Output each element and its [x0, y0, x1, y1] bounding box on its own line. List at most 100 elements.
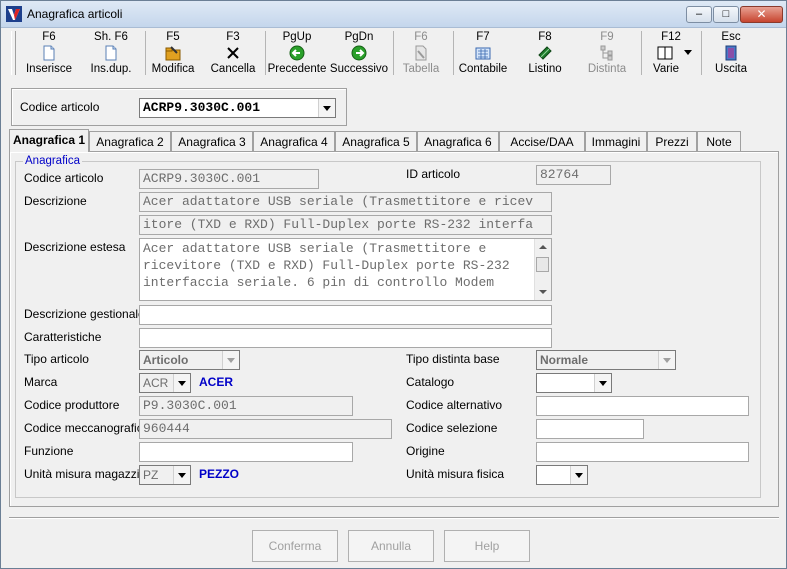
toolbar-key: F3	[226, 31, 240, 43]
codice-alternativo-field[interactable]	[536, 396, 749, 416]
unita-misura-magazzino-combobox[interactable]: PZ	[139, 465, 191, 485]
marca-combobox[interactable]: ACR	[139, 373, 191, 393]
tipo-distinta-base-label: Tipo distinta base	[406, 352, 500, 366]
chevron-down-icon[interactable]	[173, 466, 190, 484]
tab-prezzi[interactable]: Prezzi	[647, 131, 697, 151]
scroll-down-icon[interactable]	[539, 290, 547, 294]
toolbar-listino-button[interactable]: F8 Listino	[517, 29, 573, 77]
toolbar-insdup-button[interactable]: Sh. F6 Ins.dup.	[81, 29, 141, 77]
marca-description: ACER	[199, 375, 234, 389]
tab-anagrafica-6[interactable]: Anagrafica 6	[417, 131, 499, 151]
chevron-down-icon[interactable]	[173, 374, 190, 392]
codice-produttore-field[interactable]: P9.3030C.001	[139, 396, 353, 416]
toolbar-label: Inserisce	[25, 63, 73, 75]
toolbar-separator	[393, 31, 394, 75]
toolbar-separator	[701, 31, 702, 75]
toolbar-key: PgDn	[344, 31, 374, 43]
tab-anagrafica-5[interactable]: Anagrafica 5	[335, 131, 417, 151]
scroll-thumb[interactable]	[536, 257, 549, 272]
toolbar-key: F6	[42, 31, 56, 43]
minimize-button[interactable]: –	[686, 6, 712, 23]
codice-selezione-field[interactable]	[536, 419, 644, 439]
scroll-up-icon[interactable]	[539, 245, 547, 249]
unita-misura-magazzino-description: PEZZO	[199, 467, 240, 481]
conferma-button[interactable]: Conferma	[252, 530, 338, 562]
article-selector-label: Codice articolo	[20, 100, 100, 114]
annulla-button[interactable]: Annulla	[348, 530, 434, 562]
tab-anagrafica-1[interactable]: Anagrafica 1	[9, 129, 89, 152]
toolbar-separator	[453, 31, 454, 75]
tipo-distinta-base-combobox[interactable]: Normale	[536, 350, 676, 370]
next-arrow-icon	[351, 45, 367, 61]
toolbar: F6 Inserisce Sh. F6 Ins.dup. F5 Modifica…	[9, 29, 777, 79]
tipo-articolo-combobox[interactable]: Articolo	[139, 350, 240, 370]
toolbar-label: Uscita	[715, 63, 747, 75]
toolbar-successivo-button[interactable]: PgDn Successivo	[329, 29, 389, 77]
toolbar-label: Listino	[528, 63, 562, 75]
caratteristiche-field[interactable]	[139, 328, 552, 348]
toolbar-cancella-button[interactable]: F3 Cancella	[207, 29, 259, 77]
descrizione-line2-field[interactable]: itore (TXD e RXD) Full-Duplex porte RS-2…	[139, 215, 552, 235]
article-code-combobox[interactable]: ACRP9.3030C.001	[139, 98, 336, 118]
toolbar-key: F9	[600, 31, 614, 43]
toolbar-uscita-button[interactable]: Esc Uscita	[703, 29, 759, 77]
tab-anagrafica-3[interactable]: Anagrafica 3	[171, 131, 253, 151]
toolbar-label: Tabella	[402, 63, 440, 75]
descrizione-line1-field[interactable]: Acer adattatore USB seriale (Trasmettito…	[139, 192, 552, 212]
toolbar-label: Varie	[653, 63, 679, 75]
toolbar-label: Precedente	[267, 63, 327, 75]
memo-scrollbar[interactable]	[534, 239, 551, 300]
toolbar-modifica-button[interactable]: F5 Modifica	[147, 29, 199, 77]
chevron-down-icon[interactable]	[222, 351, 239, 369]
chevron-down-icon[interactable]	[658, 351, 675, 369]
delete-x-icon	[227, 47, 239, 59]
app-icon	[6, 6, 22, 22]
toolbar-distinta-button[interactable]: F9 Distinta	[579, 29, 635, 77]
toolbar-key: F6	[414, 31, 428, 43]
chevron-down-icon[interactable]	[570, 466, 587, 484]
title-bar: Anagrafica articoli – □ ✕	[1, 1, 786, 28]
toolbar-contabile-button[interactable]: F7 Contabile	[455, 29, 511, 77]
tab-immagini[interactable]: Immagini	[585, 131, 647, 151]
tab-note[interactable]: Note	[697, 131, 741, 151]
help-button[interactable]: Help	[444, 530, 530, 562]
tab-accise-daa[interactable]: Accise/DAA	[499, 131, 585, 151]
codice-alternativo-label: Codice alternativo	[406, 398, 503, 412]
chevron-down-icon[interactable]	[594, 374, 611, 392]
origine-field[interactable]	[536, 442, 749, 462]
toolbar-precedente-button[interactable]: PgUp Precedente	[267, 29, 327, 77]
money-icon	[538, 46, 552, 60]
tipo-distinta-base-value: Normale	[540, 353, 589, 367]
catalogo-label: Catalogo	[406, 375, 455, 389]
funzione-field[interactable]	[139, 442, 353, 462]
exit-door-icon	[725, 45, 737, 61]
chevron-down-icon[interactable]	[318, 99, 335, 117]
toolbar-key: Esc	[721, 31, 741, 43]
id-articolo-field[interactable]: 82764	[536, 165, 611, 185]
catalogo-combobox[interactable]	[536, 373, 612, 393]
article-code-value: ACRP9.3030C.001	[143, 100, 261, 115]
table-icon	[415, 45, 427, 61]
codice-articolo-field[interactable]: ACRP9.3030C.001	[139, 169, 319, 189]
toolbar-varie-button[interactable]: F12 Varie	[643, 29, 699, 77]
close-button[interactable]: ✕	[740, 6, 783, 23]
unita-misura-fisica-label: Unità misura fisica	[406, 467, 505, 481]
previous-arrow-icon	[289, 45, 305, 61]
marca-label: Marca	[24, 375, 58, 389]
descrizione-estesa-memo[interactable]: Acer adattatore USB seriale (Trasmettito…	[139, 238, 552, 301]
descrizione-gestionale-field[interactable]	[139, 305, 552, 325]
toolbar-separator	[145, 31, 146, 75]
id-articolo-label: ID articolo	[406, 167, 461, 181]
codice-meccanografico-field[interactable]: 960444	[139, 419, 392, 439]
codice-meccanografico-label: Codice meccanografico	[24, 421, 150, 435]
descrizione-label: Descrizione	[24, 194, 87, 208]
unita-misura-fisica-combobox[interactable]	[536, 465, 588, 485]
tab-anagrafica-2[interactable]: Anagrafica 2	[89, 131, 171, 151]
toolbar-tabella-button[interactable]: F6 Tabella	[395, 29, 447, 77]
descrizione-estesa-line: interfaccia seriale. 6 pin di controllo …	[143, 275, 495, 290]
group-legend: Anagrafica	[23, 155, 82, 167]
toolbar-inserisce-button[interactable]: F6 Inserisce	[19, 29, 79, 77]
descrizione-estesa-label: Descrizione estesa	[24, 240, 126, 254]
tab-anagrafica-4[interactable]: Anagrafica 4	[253, 131, 335, 151]
maximize-button[interactable]: □	[713, 6, 739, 23]
